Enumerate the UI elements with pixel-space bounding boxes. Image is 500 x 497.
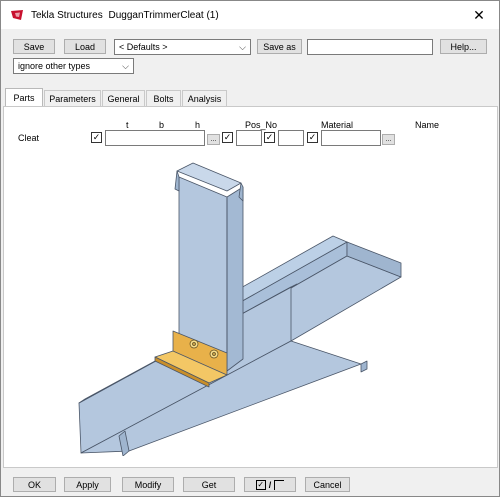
check-icon: ✓ [308,132,317,142]
title-bar: Tekla Structures DugganTrimmerCleat (1) … [1,1,499,29]
pos-start-input[interactable] [278,130,304,146]
tab-bolts[interactable]: Bolts [146,90,181,106]
vertical-member-lip-left [174,170,180,192]
check-icon: ✓ [223,132,232,142]
app-name: Tekla Structures [31,9,103,21]
header-name: Name [415,120,440,130]
filter-select[interactable]: ignore other types ⌵ [13,58,134,74]
main-channel-lip [360,360,368,373]
header-b: b [159,120,165,130]
save-button[interactable]: Save [13,39,55,54]
pos-prefix-checkbox[interactable]: ✓ [222,132,233,143]
pos-prefix-input[interactable] [236,130,262,146]
material-browse-button[interactable]: ... [382,134,395,145]
material-input[interactable] [321,130,381,146]
tab-parts[interactable]: Parts [5,88,43,107]
help-button[interactable]: Help... [440,39,487,54]
profile-checkbox[interactable]: ✓ [91,132,102,143]
defaults-select[interactable]: < Defaults > ⌵ [114,39,251,55]
component-name: DugganTrimmerCleat (1) [108,9,219,21]
toggle-separator: / [268,479,272,490]
bolt-inner [212,352,216,356]
header-pos-no: Pos_No [245,120,278,130]
header-h: h [195,120,201,130]
chevron-down-icon: ⌵ [239,42,246,52]
load-button[interactable]: Load [64,39,106,54]
save-as-input[interactable] [307,39,433,55]
filter-select-value: ignore other types [18,61,91,71]
window-title: Tekla Structures DugganTrimmerCleat (1) [31,10,219,21]
header-material: Material [321,120,354,130]
chevron-down-icon: ⌵ [122,61,129,71]
cancel-button[interactable]: Cancel [305,477,350,492]
tab-general[interactable]: General [102,90,145,106]
connection-illustration [78,162,402,456]
header-t: t [126,120,129,130]
material-checkbox[interactable]: ✓ [307,132,318,143]
tekla-logo-icon [9,8,25,22]
save-as-button[interactable]: Save as [257,39,302,54]
profile-browse-button[interactable]: ... [207,134,220,145]
tab-parameters[interactable]: Parameters [44,90,101,106]
close-button[interactable]: ✕ [459,1,499,29]
cleat-label: Cleat [18,133,40,143]
close-icon: ✕ [473,6,485,23]
get-button[interactable]: Get [183,477,235,492]
tab-analysis[interactable]: Analysis [182,90,227,106]
check-icon: ✓ [92,132,101,142]
check-icon: ✓ [265,132,274,142]
toggle-checkboxes-button[interactable]: ✓ / [244,477,296,492]
checked-box-icon: ✓ [255,479,266,490]
bolt-inner [192,342,196,346]
defaults-select-value: < Defaults > [119,42,168,52]
modify-button[interactable]: Modify [122,477,174,492]
dialog-window: Tekla Structures DugganTrimmerCleat (1) … [0,0,500,497]
unchecked-box-icon [274,479,285,490]
vertical-member-side [226,186,244,372]
pos-start-checkbox[interactable]: ✓ [264,132,275,143]
profile-input[interactable] [105,130,205,146]
apply-button[interactable]: Apply [64,477,111,492]
ok-button[interactable]: OK [13,477,56,492]
